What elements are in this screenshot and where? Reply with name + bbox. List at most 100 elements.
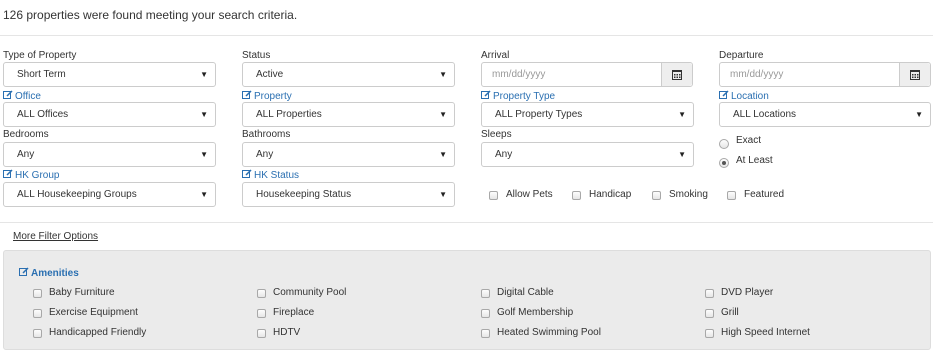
type-of-property-value: Short Term bbox=[17, 69, 66, 80]
status-select[interactable]: Active ▼ bbox=[242, 62, 455, 87]
chevron-down-icon: ▼ bbox=[439, 110, 447, 119]
chevron-down-icon: ▼ bbox=[678, 110, 686, 119]
type-of-property-select[interactable]: Short Term ▼ bbox=[3, 62, 216, 87]
office-link[interactable]: Office bbox=[3, 90, 41, 102]
property-type-select[interactable]: ALL Property Types ▼ bbox=[481, 102, 694, 127]
location-label: Location bbox=[731, 91, 769, 102]
amenity-checkbox[interactable] bbox=[257, 309, 266, 318]
bedrooms-label: Bedrooms bbox=[3, 129, 49, 140]
office-label: Office bbox=[15, 91, 41, 102]
smoking-label: Smoking bbox=[669, 189, 708, 200]
amenity-checkbox[interactable] bbox=[33, 309, 42, 318]
chevron-down-icon: ▼ bbox=[439, 190, 447, 199]
type-of-property-label: Type of Property bbox=[3, 50, 77, 61]
departure-label: Departure bbox=[719, 50, 764, 61]
status-value: Active bbox=[256, 69, 284, 80]
amenity-checkbox[interactable] bbox=[481, 289, 490, 298]
hk-status-select[interactable]: Housekeeping Status ▼ bbox=[242, 182, 455, 207]
property-type-value: ALL Property Types bbox=[495, 109, 583, 120]
chevron-down-icon: ▼ bbox=[200, 150, 208, 159]
location-link[interactable]: Location bbox=[719, 90, 769, 102]
handicap-label: Handicap bbox=[589, 189, 632, 200]
departure-placeholder: mm/dd/yyyy bbox=[730, 69, 784, 80]
amenity-checkbox[interactable] bbox=[481, 329, 490, 338]
hk-status-label: HK Status bbox=[254, 170, 300, 181]
chevron-down-icon: ▼ bbox=[678, 150, 686, 159]
smoking-checkbox[interactable] bbox=[652, 191, 661, 200]
property-type-label: Property Type bbox=[493, 91, 556, 102]
chevron-down-icon: ▼ bbox=[439, 70, 447, 79]
at-least-radio[interactable] bbox=[719, 158, 729, 168]
office-select[interactable]: ALL Offices ▼ bbox=[3, 102, 216, 127]
bathrooms-select[interactable]: Any ▼ bbox=[242, 142, 455, 167]
location-select[interactable]: ALL Locations ▼ bbox=[719, 102, 931, 127]
edit-icon bbox=[719, 90, 729, 99]
arrival-placeholder: mm/dd/yyyy bbox=[492, 69, 546, 80]
featured-checkbox[interactable] bbox=[727, 191, 736, 200]
amenity-checkbox[interactable] bbox=[705, 309, 714, 318]
hk-status-link[interactable]: HK Status bbox=[242, 169, 299, 181]
edit-icon bbox=[481, 90, 491, 99]
sleeps-value: Any bbox=[495, 149, 513, 160]
chevron-down-icon: ▼ bbox=[200, 110, 208, 119]
property-value: ALL Properties bbox=[256, 109, 322, 120]
amenity-label: Heated Swimming Pool bbox=[497, 327, 601, 338]
amenity-label: Fireplace bbox=[273, 307, 315, 318]
amenity-checkbox[interactable] bbox=[33, 329, 42, 338]
more-filter-options-link[interactable]: More Filter Options bbox=[13, 231, 98, 242]
bathrooms-label: Bathrooms bbox=[242, 129, 291, 140]
amenity-label: Baby Furniture bbox=[49, 287, 115, 298]
hk-group-link[interactable]: HK Group bbox=[3, 169, 59, 181]
bathrooms-value: Any bbox=[256, 149, 274, 160]
property-label: Property bbox=[254, 91, 292, 102]
amenity-checkbox[interactable] bbox=[705, 289, 714, 298]
departure-date-input[interactable]: mm/dd/yyyy bbox=[719, 62, 931, 87]
hk-status-value: Housekeeping Status bbox=[256, 189, 352, 200]
at-least-label: At Least bbox=[736, 155, 773, 166]
edit-icon bbox=[242, 169, 252, 178]
property-type-link[interactable]: Property Type bbox=[481, 90, 555, 102]
divider bbox=[0, 222, 933, 223]
property-link[interactable]: Property bbox=[242, 90, 292, 102]
amenity-label: DVD Player bbox=[721, 287, 774, 298]
amenity-checkbox[interactable] bbox=[257, 289, 266, 298]
allow-pets-checkbox[interactable] bbox=[489, 191, 498, 200]
arrival-date-input[interactable]: mm/dd/yyyy bbox=[481, 62, 693, 87]
office-value: ALL Offices bbox=[17, 109, 69, 120]
chevron-down-icon: ▼ bbox=[915, 110, 923, 119]
amenity-checkbox[interactable] bbox=[481, 309, 490, 318]
amenity-label: HDTV bbox=[273, 327, 301, 338]
amenity-label: Grill bbox=[721, 307, 739, 318]
results-count-text: 126 properties were found meeting your s… bbox=[3, 8, 298, 22]
hk-group-label: HK Group bbox=[15, 170, 60, 181]
sleeps-select[interactable]: Any ▼ bbox=[481, 142, 694, 167]
bedrooms-value: Any bbox=[17, 149, 35, 160]
edit-icon bbox=[19, 267, 29, 276]
amenity-checkbox[interactable] bbox=[33, 289, 42, 298]
amenities-link[interactable]: Amenities bbox=[19, 267, 79, 279]
handicap-checkbox[interactable] bbox=[572, 191, 581, 200]
hk-group-select[interactable]: ALL Housekeeping Groups ▼ bbox=[3, 182, 216, 207]
hk-group-value: ALL Housekeeping Groups bbox=[17, 189, 137, 200]
status-label: Status bbox=[242, 50, 271, 61]
edit-icon bbox=[242, 90, 252, 99]
bedrooms-select[interactable]: Any ▼ bbox=[3, 142, 216, 167]
property-select[interactable]: ALL Properties ▼ bbox=[242, 102, 455, 127]
exact-radio[interactable] bbox=[719, 139, 729, 149]
amenity-label: Community Pool bbox=[273, 287, 347, 298]
departure-calendar-button[interactable] bbox=[899, 63, 930, 86]
arrival-calendar-button[interactable] bbox=[661, 63, 692, 86]
allow-pets-label: Allow Pets bbox=[506, 189, 553, 200]
amenity-label: Exercise Equipment bbox=[49, 307, 138, 318]
calendar-icon bbox=[910, 70, 920, 80]
chevron-down-icon: ▼ bbox=[439, 150, 447, 159]
location-value: ALL Locations bbox=[733, 109, 797, 120]
amenity-label: High Speed Internet bbox=[721, 327, 810, 338]
amenities-title: Amenities bbox=[31, 268, 79, 279]
edit-icon bbox=[3, 90, 13, 99]
amenity-checkbox[interactable] bbox=[705, 329, 714, 338]
amenity-label: Digital Cable bbox=[497, 287, 554, 298]
amenity-checkbox[interactable] bbox=[257, 329, 266, 338]
divider bbox=[0, 35, 933, 36]
sleeps-label: Sleeps bbox=[481, 129, 512, 140]
